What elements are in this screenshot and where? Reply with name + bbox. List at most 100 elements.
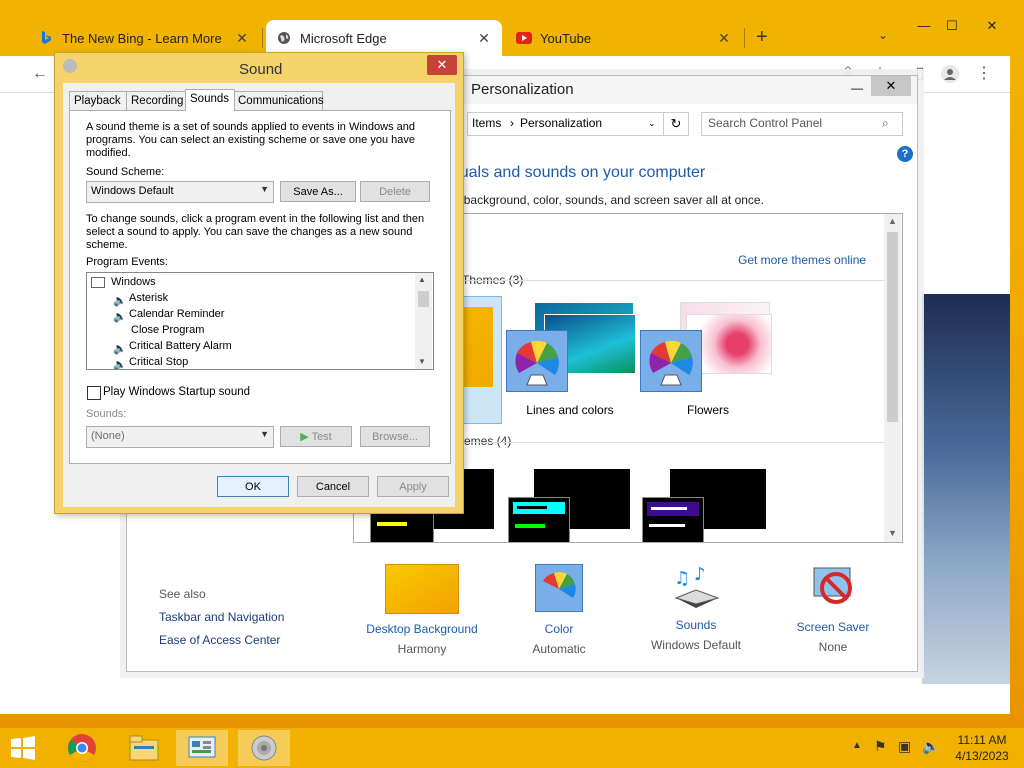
breadcrumb-items[interactable]: Items (472, 116, 501, 130)
test-button[interactable]: ▶ Test (280, 426, 352, 447)
scroll-down-icon[interactable]: ▼ (418, 357, 426, 366)
browse-button[interactable]: Browse... (360, 426, 430, 447)
scrollbar[interactable]: ▲ ▼ (884, 214, 901, 542)
screen-saver-setting[interactable]: Screen Saver None (783, 564, 883, 654)
theme-flowers[interactable]: Flowers (640, 300, 776, 420)
scheme-value: Windows Default (91, 185, 174, 197)
hc-window (642, 497, 704, 542)
window-title: Personalization (471, 81, 574, 98)
unused-2 (845, 78, 869, 98)
event-label: Calendar Reminder (129, 308, 225, 320)
action-center-icon[interactable]: ⚑ (874, 738, 887, 755)
maximize-icon[interactable]: ☐ (938, 14, 966, 38)
show-hidden-icons[interactable]: ▲ (852, 740, 862, 751)
startup-sound-label: Play Windows Startup sound (103, 386, 251, 398)
delete-button[interactable]: Delete (360, 181, 430, 202)
sound-dialog: Sound ✕ Playback Recording Sounds Commun… (54, 52, 464, 514)
refresh-icon[interactable]: ↻ (663, 112, 689, 136)
dialog-title: Sound (239, 61, 283, 78)
list-item[interactable]: 🔈 Asterisk (113, 290, 168, 307)
tab-sounds[interactable]: Sounds (185, 89, 235, 111)
list-item[interactable]: Close Program (131, 322, 204, 338)
list-item[interactable]: 🔈 Critical Stop (113, 354, 189, 369)
taskbar-navigation-link[interactable]: Taskbar and Navigation (159, 610, 284, 624)
close-icon[interactable]: ✕ (716, 30, 732, 47)
clock-date: 4/13/2023 (955, 749, 1009, 763)
event-label: Critical Stop (129, 356, 189, 368)
tab-search-icon[interactable]: ⌄ (878, 28, 888, 42)
tab-recording[interactable]: Recording (126, 91, 186, 110)
sounds-label: Sounds: (86, 408, 127, 420)
save-as-button[interactable]: Save As... (280, 181, 356, 202)
close-icon[interactable]: ✕ (234, 30, 250, 47)
setting-value: Automatic (532, 642, 586, 656)
theme-lines-and-colors[interactable]: Lines and colors (502, 300, 638, 420)
chevron-down-icon: ▼ (260, 184, 269, 194)
desktop-background-setting[interactable]: Desktop Background Harmony (359, 564, 485, 656)
close-window-icon[interactable]: ✕ (871, 76, 911, 96)
tab-microsoft-edge[interactable]: Microsoft Edge ✕ (266, 20, 502, 56)
cancel-button[interactable]: Cancel (297, 476, 369, 497)
scroll-up-icon[interactable]: ▲ (418, 275, 426, 284)
sound-taskbar-icon[interactable] (238, 730, 290, 766)
breadcrumb-separator: › (510, 116, 514, 130)
svg-text:♪: ♪ (694, 564, 706, 585)
help-icon[interactable]: ? (897, 146, 913, 162)
scheme-description: A sound theme is a set of sounds applied… (86, 121, 415, 159)
clock[interactable]: 11:11 AM 4/13/2023 (945, 732, 1019, 764)
test-label: Test (311, 431, 332, 443)
list-item[interactable]: 🔈 Calendar Reminder (113, 306, 225, 324)
back-icon[interactable]: ← (30, 64, 50, 84)
breadcrumb-current[interactable]: Personalization (520, 116, 602, 130)
speaker-icon (63, 59, 77, 73)
scroll-down-icon[interactable]: ▼ (887, 528, 898, 538)
close-icon[interactable]: ✕ (427, 55, 457, 75)
close-window-icon[interactable]: ✕ (978, 14, 1006, 38)
tab-bing[interactable]: The New Bing - Learn More ✕ (28, 20, 260, 56)
scheme-select[interactable]: Windows Default ▼ (86, 181, 274, 203)
chevron-down-icon[interactable]: ⌄ (648, 118, 656, 129)
address-bar[interactable]: Items › Personalization ⌄ (467, 112, 665, 136)
control-panel-taskbar-icon[interactable] (176, 730, 228, 766)
tab-label: Microsoft Edge (300, 30, 387, 46)
scroll-thumb[interactable] (887, 232, 898, 422)
tab-playback[interactable]: Playback (69, 91, 127, 110)
theme-label: Flowers (686, 403, 729, 417)
search-input[interactable]: Search Control Panel ⌕ (701, 112, 903, 136)
menu-icon[interactable]: ⋮ (974, 64, 994, 84)
minimize-icon[interactable]: — (910, 14, 938, 38)
folder-icon (91, 276, 105, 288)
list-item[interactable]: Windows (91, 274, 156, 290)
ok-button[interactable]: OK (217, 476, 289, 497)
ease-of-access-link[interactable]: Ease of Access Center (159, 633, 280, 647)
chrome-taskbar-icon[interactable] (56, 730, 108, 766)
setting-label: Color (544, 622, 574, 636)
theme-high-contrast-2[interactable] (508, 469, 632, 542)
close-icon[interactable]: ✕ (476, 30, 492, 47)
new-tab-button[interactable]: + (756, 26, 768, 49)
tab-communications[interactable]: Communications (233, 91, 324, 110)
profile-icon[interactable] (940, 64, 960, 84)
see-also-title: See also (159, 587, 206, 601)
setting-value: Harmony (397, 642, 447, 656)
more-themes-link[interactable]: Get more themes online (738, 253, 866, 267)
file-explorer-icon[interactable] (118, 730, 170, 766)
scroll-up-icon[interactable]: ▲ (887, 216, 898, 226)
sounds-setting[interactable]: ♫ ♪ Sounds Windows Default (641, 564, 751, 652)
list-scrollbar[interactable]: ▲ ▼ (415, 273, 432, 369)
color-setting[interactable]: Color Automatic (507, 564, 611, 656)
tab-youtube[interactable]: YouTube ✕ (506, 20, 742, 56)
apply-button[interactable]: Apply (377, 476, 449, 497)
startup-sound-checkbox[interactable] (87, 386, 101, 400)
start-button[interactable] (0, 730, 46, 766)
speaker-icon: 🔈 (113, 311, 127, 324)
theme-high-contrast-3[interactable] (642, 469, 766, 542)
volume-icon[interactable]: 🔈 (922, 738, 939, 755)
network-icon[interactable]: ▣ (898, 738, 911, 755)
program-events-list[interactable]: Windows 🔈 Asterisk 🔈 Calendar Reminder Clo… (86, 272, 434, 370)
color-wheel-icon (640, 330, 702, 392)
scroll-thumb[interactable] (418, 291, 429, 307)
sounds-select[interactable]: (None) ▼ (86, 426, 274, 448)
search-placeholder: Search Control Panel (708, 116, 823, 130)
list-item[interactable]: 🔈 Critical Battery Alarm (113, 338, 232, 355)
